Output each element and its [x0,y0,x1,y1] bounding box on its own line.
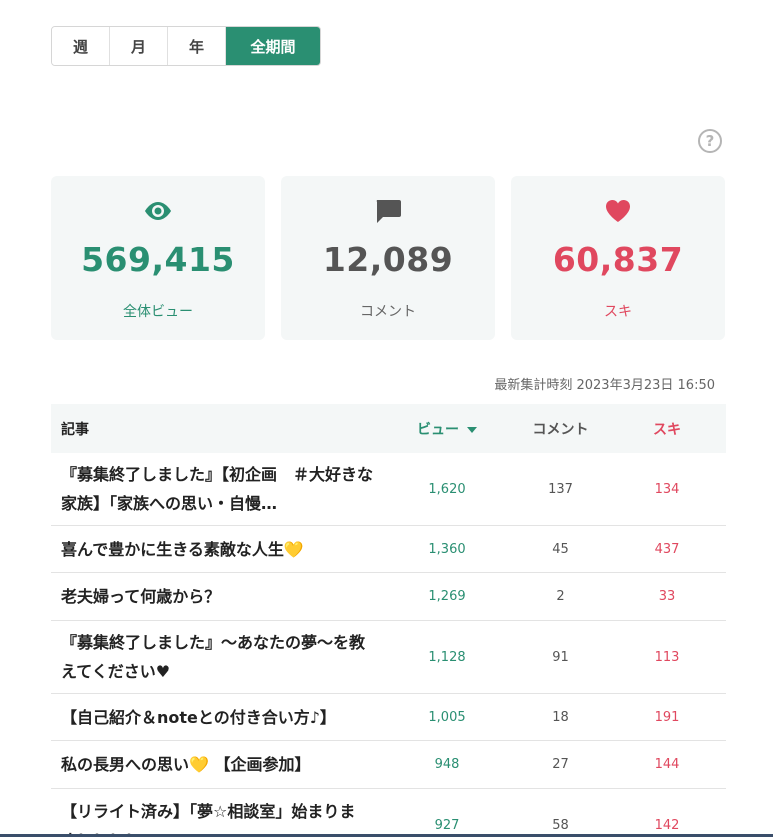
article-likes: 142 [654,818,680,833]
stats-page: 週 月 年 全期間 ? 569,415 全体ビュー 12,089 コメント 60… [0,0,773,837]
article-title: 【自己紹介＆noteとの付き合い方♪】 [61,707,336,727]
period-tab-month[interactable]: 月 [110,27,168,65]
eye-icon [51,196,265,226]
header-likes-sort[interactable]: スキ [608,419,726,439]
table-row: 『募集終了しました』【初企画 ＃大好きな家族】「家族への思い・自慢… 1,620… [51,453,726,526]
article-comments: 137 [548,481,573,497]
total-views-label: 全体ビュー [123,304,193,320]
comment-icon [281,196,495,226]
period-tab-week[interactable]: 週 [52,27,110,65]
article-likes: 33 [658,589,676,604]
period-selector: 週 月 年 全期間 [51,26,321,66]
article-likes: 191 [654,709,680,725]
article-title-link[interactable]: 『募集終了しました』～あなたの夢～を教えてください♥ [51,628,381,686]
help-circle-icon[interactable]: ? [698,129,722,153]
article-title-link[interactable]: 老夫婦って何歳から？ [51,582,381,611]
table-row: 私の長男への思い💛 【企画参加】 948 27 144 [51,741,726,789]
total-comments-label: コメント [360,304,416,320]
article-title: 『募集終了しました』～あなたの夢～を教えてください♥ [61,633,366,681]
article-likes: 437 [654,541,680,557]
table-row: 『募集終了しました』～あなたの夢～を教えてください♥ 1,128 91 113 [51,621,726,694]
views-stat-card: 569,415 全体ビュー [51,176,265,340]
header-views-label: ビュー [417,421,459,438]
total-likes-label: スキ [604,304,632,320]
article-views: 1,360 [428,541,466,557]
total-views-value: 569,415 [81,240,235,279]
article-title: 『募集終了しました』【初企画 ＃大好きな家族】「家族への思い・自慢… [61,465,374,513]
article-comments: 91 [552,649,569,665]
article-title: 老夫婦って何歳から？ [61,587,221,606]
sort-down-icon [467,426,477,433]
heart-icon [511,196,725,226]
table-row: 喜んで豊かに生きる素敵な人生💛 1,360 45 437 [51,526,726,573]
article-comments: 27 [552,757,569,772]
total-comments-value: 12,089 [322,240,454,279]
article-views: 948 [434,757,460,772]
table-row: 【自己紹介＆noteとの付き合い方♪】 1,005 18 191 [51,694,726,741]
article-title: 【リライト済み】「夢☆相談室」始まります！！！！ [61,801,356,837]
article-views: 1,005 [428,709,466,725]
article-comments: 18 [552,709,569,725]
header-comments-sort[interactable]: コメント [513,419,608,439]
article-comments: 2 [556,589,565,604]
table-header: 記事 ビュー コメント スキ [51,404,726,453]
article-title-link[interactable]: 【自己紹介＆noteとの付き合い方♪】 [51,703,381,732]
header-views-sort[interactable]: ビュー [381,419,513,439]
article-comments: 45 [552,541,569,557]
article-title-link[interactable]: 私の長男への思い💛 【企画参加】 [51,750,381,779]
article-likes: 134 [654,481,680,497]
article-views: 927 [434,818,460,833]
article-title-link[interactable]: 『募集終了しました』【初企画 ＃大好きな家族】「家族への思い・自慢… [51,460,381,518]
table-row: 【リライト済み】「夢☆相談室」始まります！！！！ 927 58 142 [51,789,726,837]
period-tab-all-time[interactable]: 全期間 [226,27,320,65]
total-likes-value: 60,837 [552,240,684,279]
article-likes: 144 [654,757,680,772]
article-title: 喜んで豊かに生きる素敵な人生💛 [61,539,304,559]
last-updated-text: 最新集計時刻 2023年3月23日 16:50 [494,378,715,393]
table-row: 老夫婦って何歳から？ 1,269 2 33 [51,573,726,621]
article-views: 1,128 [428,649,466,665]
article-title-link[interactable]: 喜んで豊かに生きる素敵な人生💛 [51,535,381,564]
period-tab-year[interactable]: 年 [168,27,226,65]
article-views: 1,620 [428,481,466,497]
articles-table: 記事 ビュー コメント スキ 『募集終了しました』【初企画 ＃大好きな家族】「家… [51,404,726,837]
article-title-link[interactable]: 【リライト済み】「夢☆相談室」始まります！！！！ [51,797,381,837]
likes-stat-card: 60,837 スキ [511,176,725,340]
article-comments: 58 [552,818,569,833]
article-views: 1,269 [428,589,466,604]
article-likes: 113 [654,649,680,665]
header-article: 記事 [61,421,89,438]
comments-stat-card: 12,089 コメント [281,176,495,340]
article-title: 私の長男への思い💛 【企画参加】 [61,755,311,774]
